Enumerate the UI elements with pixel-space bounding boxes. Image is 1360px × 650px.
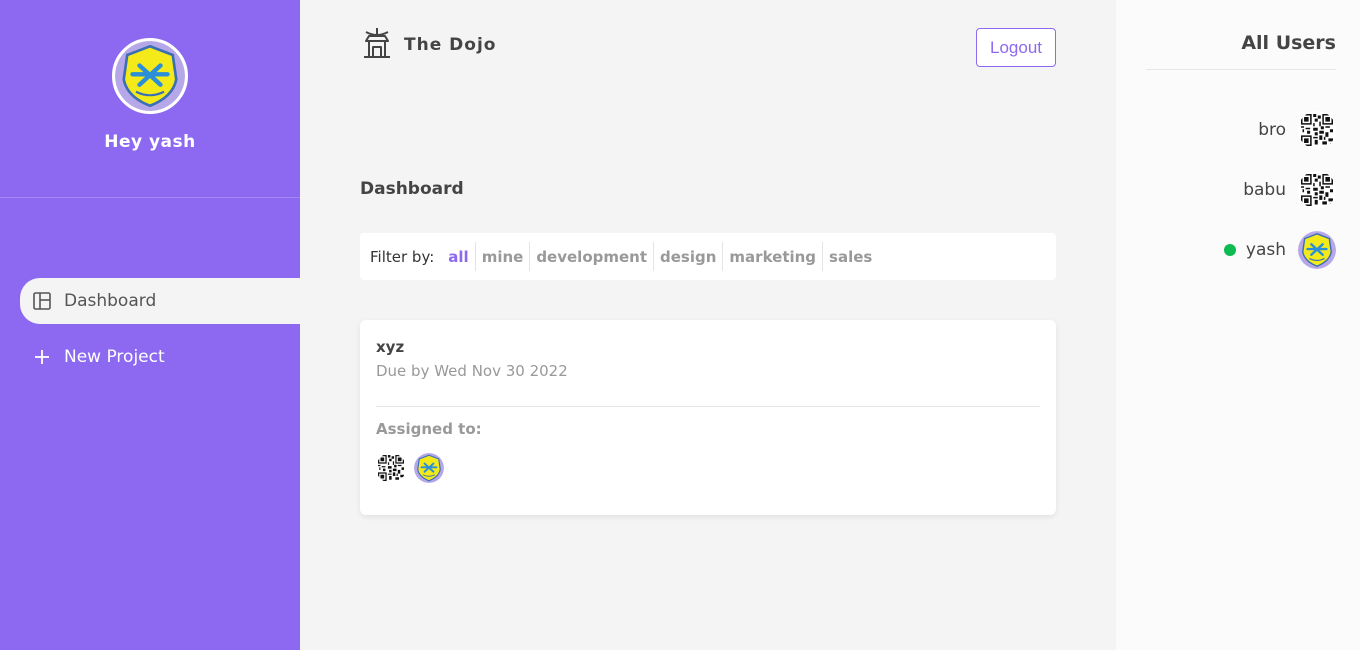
online-status-dot [1223,244,1236,256]
user-greeting: Hey yash [104,132,196,152]
avatar [1298,171,1336,209]
brand-title: The Dojo [404,35,497,55]
badge-icon [115,41,185,111]
filter-all[interactable]: all [442,242,476,271]
sidebar-item-label: Dashboard [64,291,157,311]
assigned-label: Assigned to: [376,420,482,438]
avatar [1298,111,1336,149]
project-filter: Filter by: all mine development design m… [360,233,1056,280]
plus-icon [32,347,52,367]
main-content: The Dojo Logout Dashboard Filter by: all… [300,0,1116,650]
assigned-users [376,453,452,483]
avatar [1298,231,1336,269]
filter-label: Filter by: [370,247,435,266]
project-name: xyz [376,338,405,356]
filter-marketing[interactable]: marketing [723,242,824,271]
brand: The Dojo [360,26,496,64]
users-divider [1146,69,1336,70]
filter-mine[interactable]: mine [476,242,531,271]
user-list-item: bro [1258,110,1336,150]
project-due-date: Due by Wed Nov 30 2022 [376,362,568,380]
sidebar: Hey yash Dashboard New Project [0,0,300,650]
card-divider [376,406,1040,407]
page-title: Dashboard [360,179,464,199]
filter-development[interactable]: development [530,242,655,271]
dashboard-icon [32,291,52,311]
sidebar-user-section: Hey yash [0,0,300,198]
qr-code-icon [378,455,404,481]
avatar [112,38,188,114]
qr-code-icon [1301,174,1333,206]
sidebar-item-new-project[interactable]: New Project [20,334,300,380]
temple-icon [360,26,394,64]
badge-icon [1298,231,1336,269]
user-list-item: babu [1243,170,1336,210]
users-title: All Users [1241,32,1336,54]
filter-sales[interactable]: sales [823,242,878,271]
avatar [414,453,444,483]
users-panel: All Users bro babu yash [1116,0,1360,650]
qr-code-icon [1301,114,1333,146]
user-list-item: yash [1223,230,1336,270]
avatar [376,453,406,483]
sidebar-item-label: New Project [64,347,165,367]
user-name: bro [1258,120,1286,140]
project-card[interactable]: xyz Due by Wed Nov 30 2022 Assigned to: [360,320,1056,515]
user-name: babu [1243,180,1286,200]
user-name: yash [1245,240,1286,260]
badge-icon [414,453,444,483]
filter-design[interactable]: design [654,242,724,271]
logout-button[interactable]: Logout [976,28,1056,67]
sidebar-nav: Dashboard New Project [20,278,300,390]
sidebar-item-dashboard[interactable]: Dashboard [20,278,300,324]
